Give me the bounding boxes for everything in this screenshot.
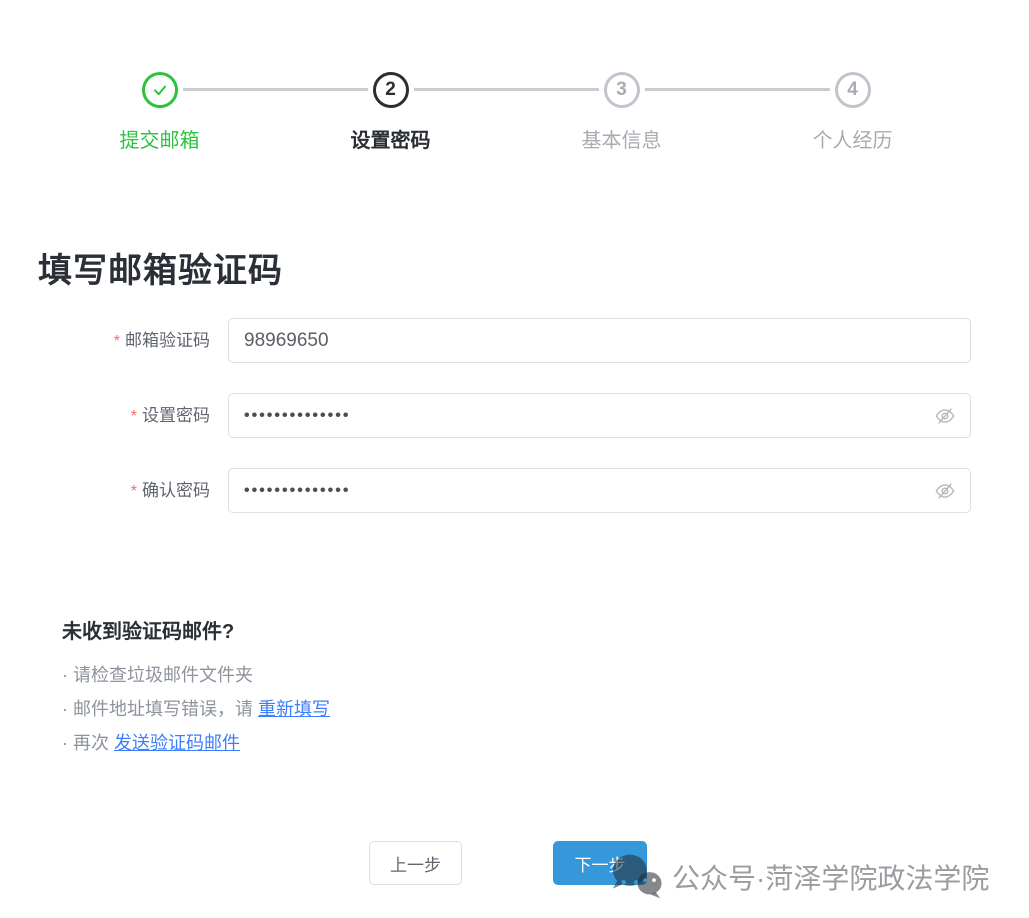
field-label-text: 邮箱验证码: [125, 331, 210, 350]
help-text: · 请检查垃圾邮件文件夹: [62, 665, 253, 685]
step-label: 基本信息: [506, 124, 737, 153]
help-text: · 邮件地址填写错误，请: [62, 699, 258, 719]
step-3-indicator: 3: [604, 72, 640, 108]
set-password-input[interactable]: [228, 393, 971, 438]
check-icon: [150, 80, 170, 100]
page-title: 填写邮箱验证码: [38, 243, 283, 292]
eye-off-icon[interactable]: [933, 479, 957, 503]
field-label: * 邮箱验证码: [0, 318, 210, 364]
confirm-password-input[interactable]: [228, 468, 971, 513]
watermark-text: 公众号·菏泽学院政法学院: [672, 857, 989, 897]
field-label: * 确认密码: [0, 468, 210, 514]
previous-step-button[interactable]: 上一步: [369, 841, 462, 885]
step-label: 提交邮箱: [44, 124, 275, 153]
step-submit-email: 提交邮箱: [44, 72, 275, 153]
step-label: 个人经历: [737, 124, 968, 153]
refill-email-link[interactable]: 重新填写: [258, 699, 330, 719]
stepper: 提交邮箱 2 设置密码 3 基本信息 4 个人经历: [44, 72, 968, 153]
step-number: 4: [847, 79, 858, 101]
field-label: * 设置密码: [0, 393, 210, 439]
step-2-indicator: 2: [373, 72, 409, 108]
help-heading: 未收到验证码邮件?: [62, 615, 234, 644]
help-list: · 请检查垃圾邮件文件夹 · 邮件地址填写错误，请 重新填写 · 再次 发送验证…: [62, 658, 330, 760]
step-basic-info: 3 基本信息: [506, 72, 737, 153]
step-set-password: 2 设置密码: [275, 72, 506, 153]
required-marker: *: [131, 408, 137, 425]
step-personal-experience: 4 个人经历: [737, 72, 968, 153]
step-number: 3: [616, 79, 627, 101]
help-item-resend: · 再次 发送验证码邮件: [62, 726, 330, 760]
required-marker: *: [114, 333, 120, 350]
form-row-verification-code: * 邮箱验证码: [0, 318, 1029, 363]
step-1-indicator: [142, 72, 178, 108]
field-label-text: 确认密码: [142, 481, 210, 500]
step-label: 设置密码: [275, 124, 506, 153]
form-row-confirm-password: * 确认密码: [0, 468, 1029, 513]
field-label-text: 设置密码: [142, 406, 210, 425]
required-marker: *: [131, 483, 137, 500]
help-item-check-spam: · 请检查垃圾邮件文件夹: [62, 658, 330, 692]
watermark: 公众号·菏泽学院政法学院: [608, 852, 989, 902]
resend-code-link[interactable]: 发送验证码邮件: [114, 733, 240, 753]
step-number: 2: [385, 79, 396, 101]
eye-off-icon[interactable]: [933, 404, 957, 428]
form-row-set-password: * 设置密码: [0, 393, 1029, 438]
registration-page: 提交邮箱 2 设置密码 3 基本信息 4 个人经历 填写邮箱验证码 * 邮箱验证码: [0, 0, 1029, 918]
help-item-wrong-address: · 邮件地址填写错误，请 重新填写: [62, 692, 330, 726]
step-4-indicator: 4: [835, 72, 871, 108]
help-text: · 再次: [62, 733, 114, 753]
verification-code-input[interactable]: [228, 318, 971, 363]
next-step-button[interactable]: 下一步: [553, 841, 647, 885]
